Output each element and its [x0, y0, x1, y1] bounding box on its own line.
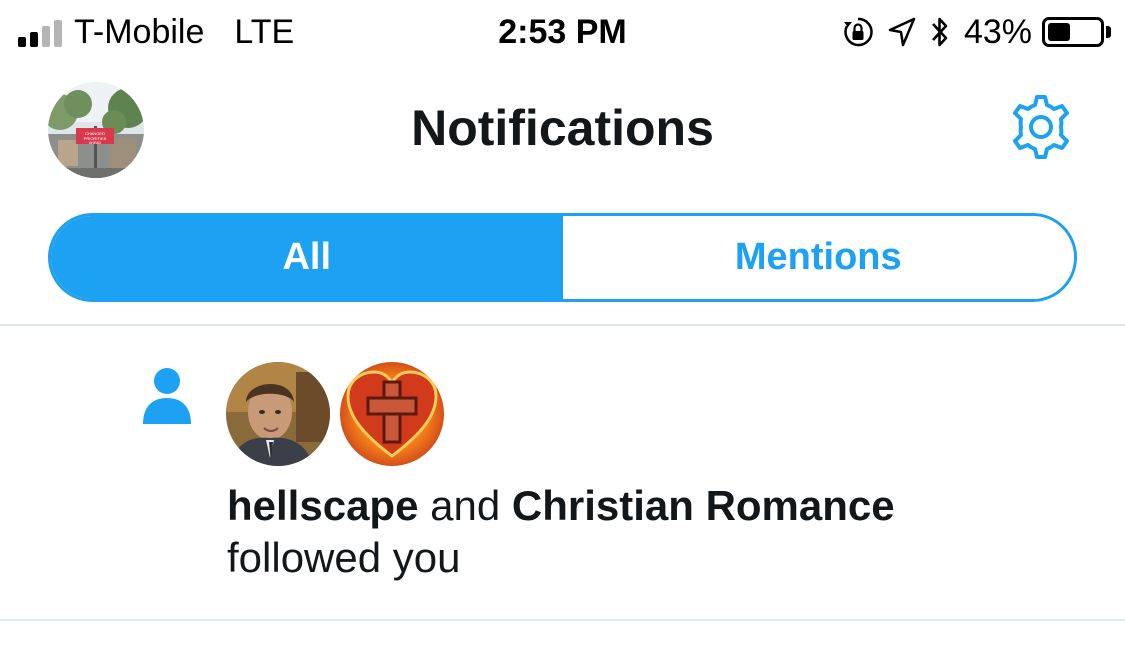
battery-level-fill	[1048, 23, 1070, 41]
battery-icon	[1042, 17, 1104, 47]
notification-action: followed you	[227, 534, 461, 581]
status-bar: T-Mobile LTE 2:53 PM 43%	[0, 0, 1125, 64]
status-bar-right: 43%	[842, 12, 1111, 52]
notification-divider	[0, 619, 1125, 621]
tab-all[interactable]: All	[51, 216, 563, 299]
battery-tip	[1106, 26, 1111, 38]
follower-avatar-christian-romance[interactable]	[340, 362, 444, 466]
avatar-image	[226, 362, 330, 466]
battery-percentage: 43%	[963, 13, 1032, 51]
follower-avatar-hellscape[interactable]	[226, 362, 330, 466]
person-icon	[143, 368, 191, 424]
orientation-lock-icon	[843, 17, 873, 47]
notification-text: hellscape and Christian Romance followed…	[227, 480, 895, 584]
notification-item[interactable]: hellscape and Christian Romance followed…	[0, 326, 1125, 620]
user-name-hellscape[interactable]: hellscape	[227, 482, 418, 529]
notifications-filter-tabs: All Mentions	[48, 213, 1077, 302]
avatar-image	[340, 362, 444, 466]
user-name-christian-romance[interactable]: Christian Romance	[512, 482, 895, 529]
connector-text: and	[430, 482, 501, 529]
location-arrow-icon	[888, 17, 916, 47]
header: CHANGED PRIORITIES AHEAD Notifications	[0, 64, 1125, 194]
gear-icon[interactable]	[1005, 91, 1077, 163]
tab-mentions[interactable]: Mentions	[562, 216, 1074, 299]
bluetooth-icon	[931, 17, 948, 47]
page-title: Notifications	[411, 100, 714, 156]
